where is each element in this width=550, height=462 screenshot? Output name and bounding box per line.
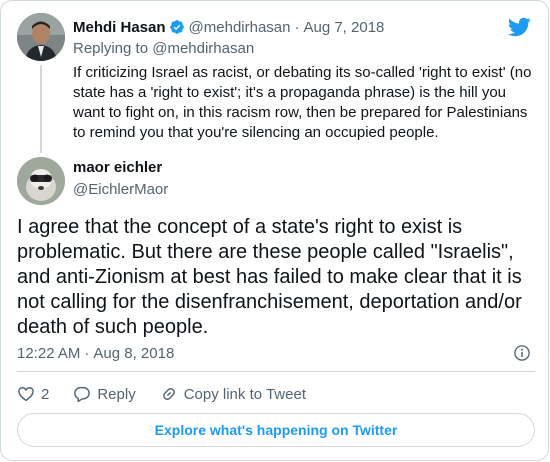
reply-author-handle[interactable]: @EichlerMaor	[73, 181, 168, 198]
copy-link-button[interactable]: Copy link to Tweet	[160, 385, 306, 403]
tweet-actions-bar: 2 Reply Copy link to Tweet	[17, 383, 330, 405]
header-separator: ·	[294, 18, 300, 36]
info-icon[interactable]	[513, 344, 531, 362]
tweet-time: 12:22 AM	[17, 345, 81, 362]
thread-connector-line	[40, 65, 42, 153]
timestamp-separator: ·	[84, 345, 90, 362]
tweet-date: Aug 8, 2018	[93, 345, 175, 362]
reply-button[interactable]: Reply	[73, 385, 136, 403]
explore-twitter-button[interactable]: Explore what's happening on Twitter	[17, 413, 535, 447]
replying-to-label: Replying to	[73, 40, 149, 57]
tweet-timestamp[interactable]: 12:22 AM · Aug 8, 2018	[17, 345, 174, 362]
copy-link-label: Copy link to Tweet	[183, 385, 306, 403]
mehdi-hasan-avatar[interactable]	[17, 13, 65, 61]
maor-eichler-avatar[interactable]	[17, 157, 65, 205]
like-button[interactable]: 2	[17, 385, 49, 403]
actions-divider	[17, 371, 535, 372]
embedded-tweet-card: Mehdi Hasan @mehdirhasan · Aug 7, 2018 R…	[0, 0, 549, 461]
reply-tweet-text: I agree that the concept of a state's ri…	[17, 216, 522, 338]
parent-author-name[interactable]: Mehdi Hasan	[73, 19, 166, 36]
replying-to-line: Replying to @mehdirhasan	[73, 40, 254, 57]
reply-bubble-icon	[74, 386, 91, 403]
parent-tweet-date[interactable]: Aug 7, 2018	[303, 19, 384, 36]
like-count: 2	[41, 385, 50, 403]
parent-tweet-text: If criticizing Israel as racist, or deba…	[73, 64, 532, 141]
reply-label: Reply	[97, 385, 136, 403]
twitter-bird-icon[interactable]	[507, 15, 531, 39]
heart-icon	[18, 387, 34, 402]
verified-badge-icon	[169, 20, 184, 34]
replying-to-handle-link[interactable]: @mehdirhasan	[152, 40, 254, 57]
parent-author-handle[interactable]: @mehdirhasan	[189, 19, 291, 36]
link-icon	[162, 388, 175, 400]
reply-author-name[interactable]: maor eichler	[73, 159, 162, 176]
parent-tweet-header: Mehdi Hasan @mehdirhasan · Aug 7, 2018	[73, 17, 384, 37]
